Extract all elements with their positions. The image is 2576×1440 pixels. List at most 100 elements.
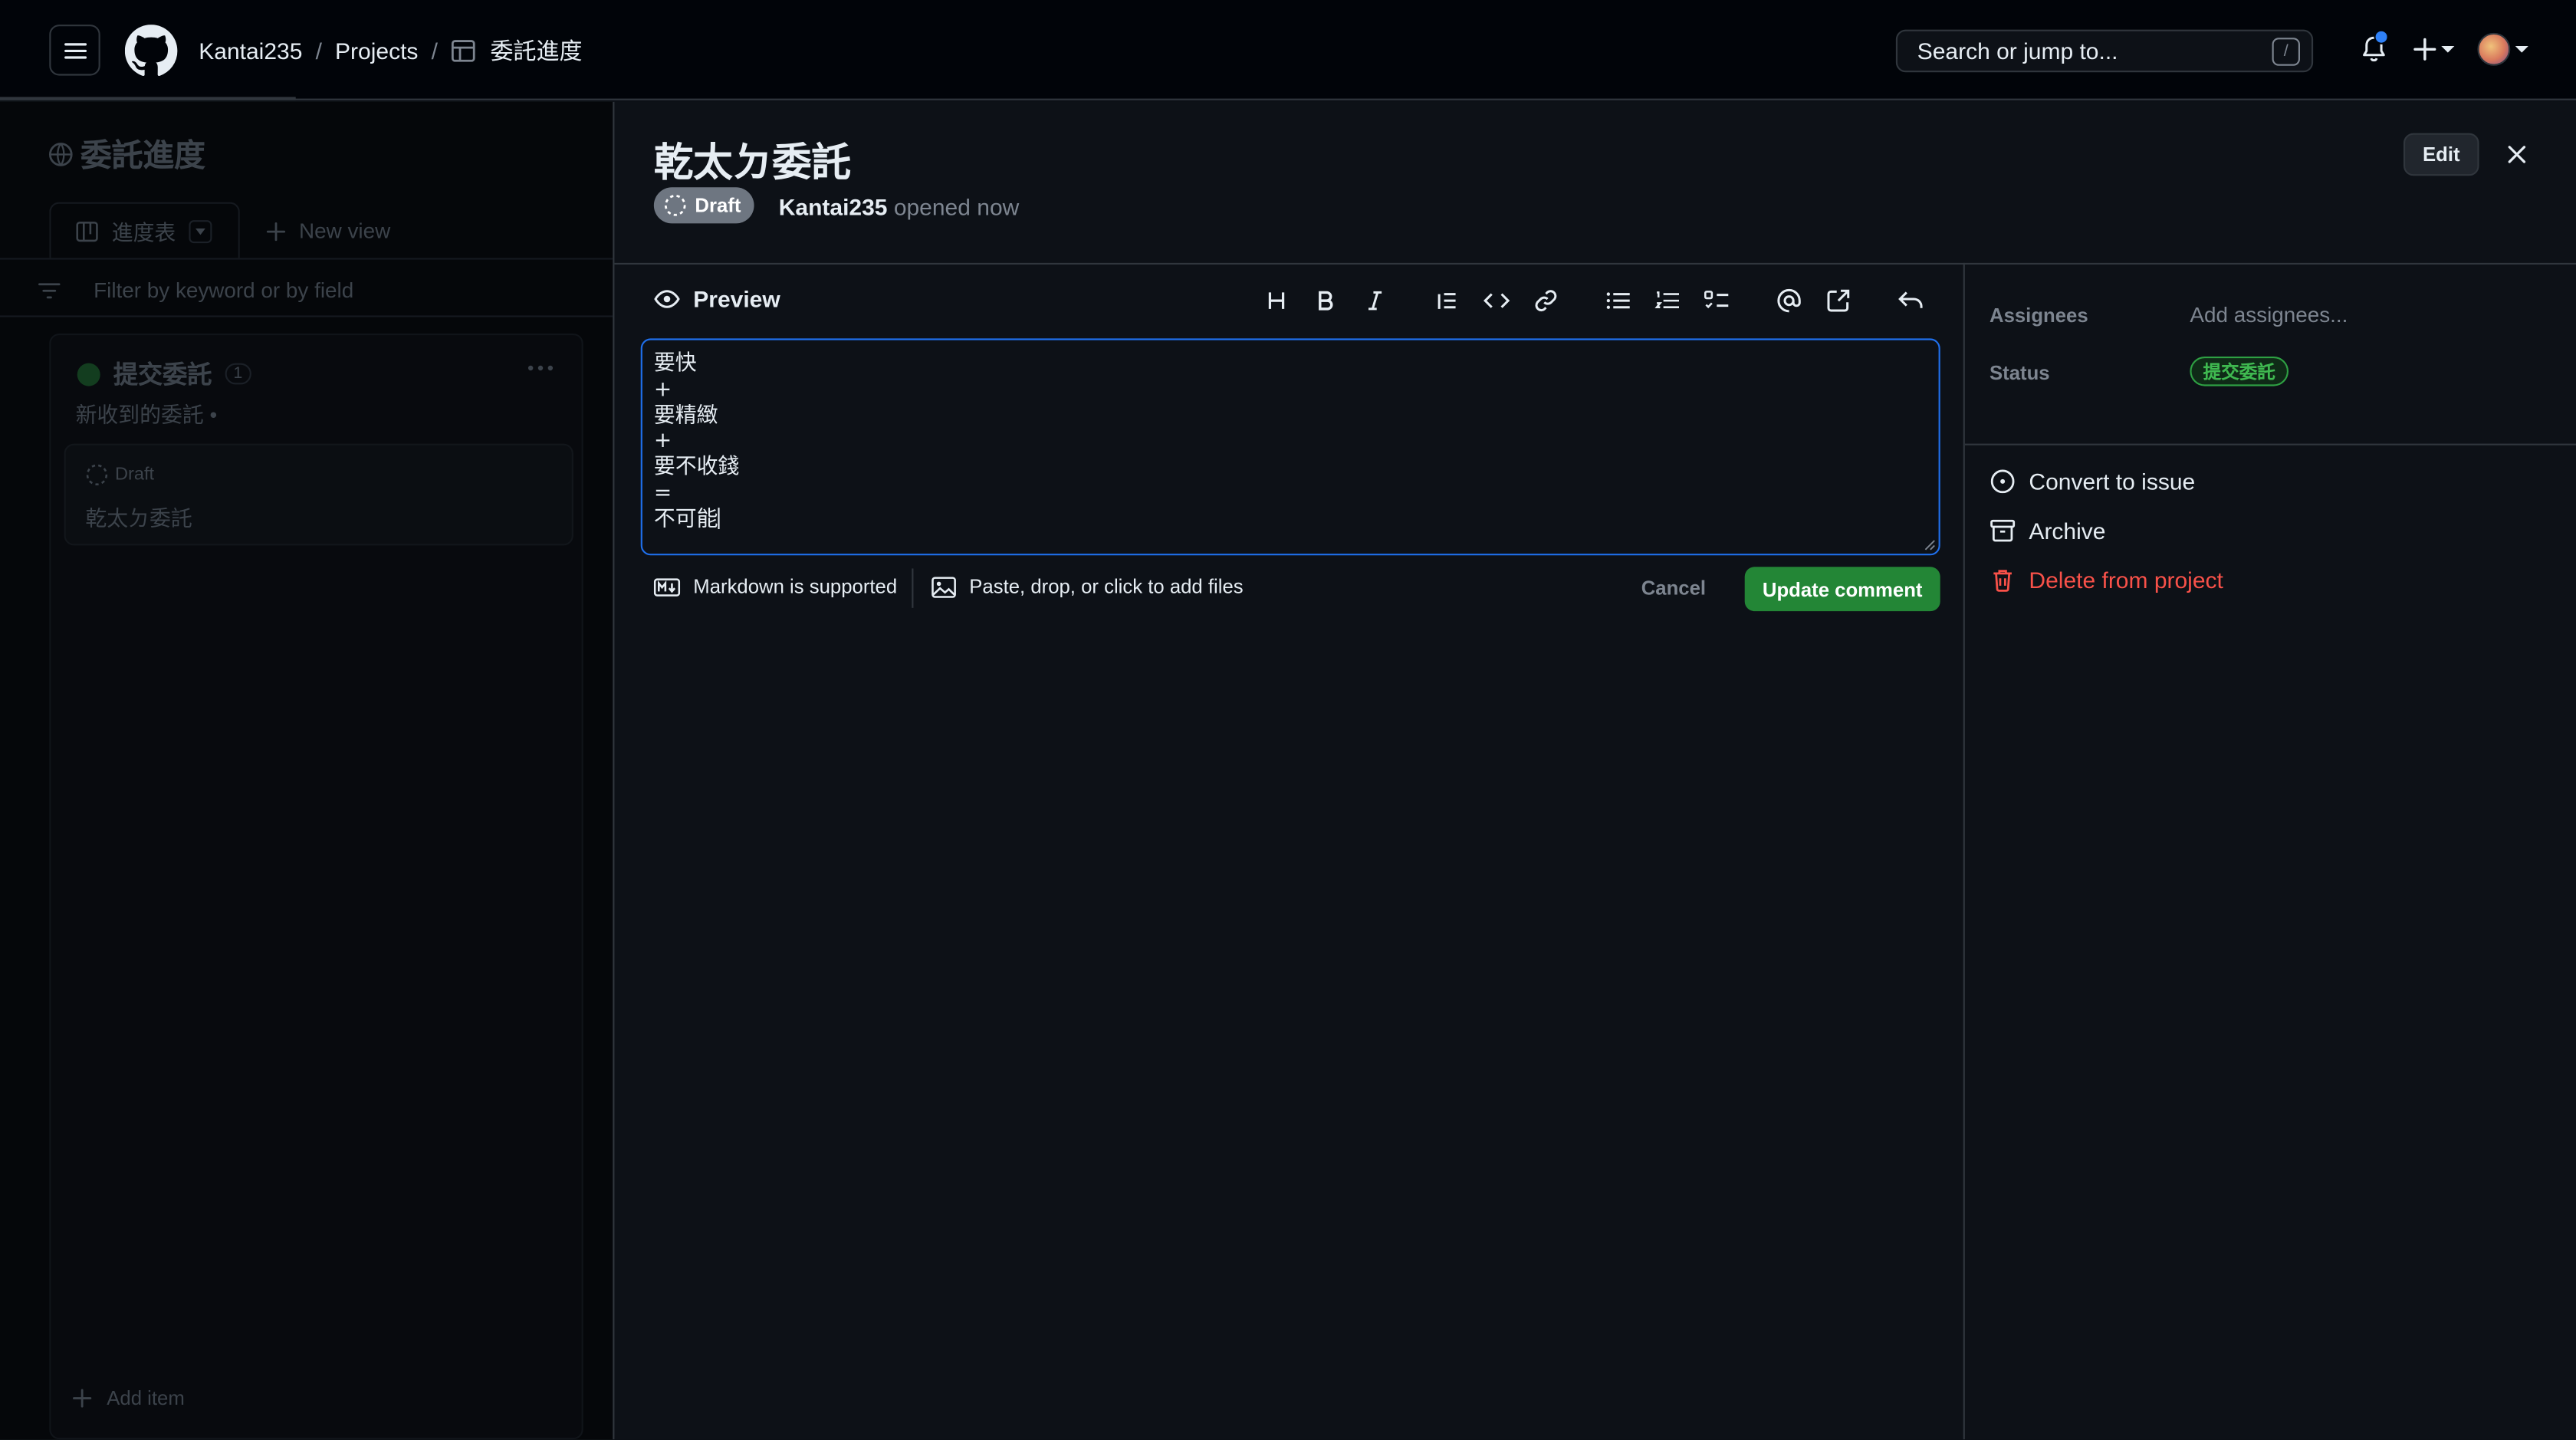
view-options-button[interactable] — [189, 219, 212, 243]
column-count: 1 — [225, 363, 251, 385]
breadcrumb-separator: / — [315, 38, 322, 64]
status-dot — [77, 362, 100, 386]
comment-textarea[interactable]: 要快 + 要精緻 + 要不收錢 = 不可能 — [640, 338, 1940, 556]
convert-to-issue-button[interactable]: Convert to issue — [1990, 468, 2195, 495]
breadcrumb-separator: / — [431, 38, 438, 64]
avatar — [2477, 32, 2511, 66]
archive-button[interactable]: Archive — [1990, 518, 2105, 544]
bold-icon — [1319, 291, 1333, 311]
archive-icon — [1990, 519, 2016, 542]
code-icon — [1484, 293, 1510, 308]
top-header: Kantai235 / Projects / 委託進度 Search or ju… — [0, 0, 2576, 100]
delete-from-project-button[interactable]: Delete from project — [1990, 567, 2223, 593]
item-title: 乾太ㄉ委託 — [653, 141, 851, 186]
filter-icon — [38, 282, 61, 298]
draft-icon — [86, 464, 108, 485]
more-options-icon[interactable] — [527, 365, 554, 372]
menu-button[interactable] — [49, 25, 100, 76]
files-hint-label: Paste, drop, or click to add files — [969, 575, 1244, 598]
divider — [0, 258, 613, 260]
board-card[interactable]: Draft 乾太ㄉ委託 — [64, 443, 573, 546]
textarea-line: 不可能 — [653, 507, 718, 532]
textarea-line: + — [653, 377, 672, 403]
list-unordered-icon — [1606, 292, 1630, 309]
archive-label: Archive — [2029, 518, 2106, 544]
italic-button[interactable] — [1359, 284, 1392, 317]
code-button[interactable] — [1480, 284, 1513, 317]
project-board: 委託進度 進度表 New view Filter by keyword or b… — [0, 101, 613, 1440]
card-state-label: Draft — [115, 465, 155, 485]
view-tab-current[interactable]: 進度表 — [49, 202, 240, 258]
tab-preview-label: Preview — [693, 285, 780, 313]
plus-icon — [73, 1389, 92, 1408]
table-icon — [452, 40, 476, 62]
link-button[interactable] — [1530, 284, 1562, 317]
opened-text: opened now — [893, 193, 1020, 221]
close-icon — [2508, 146, 2526, 163]
opened-meta: Kantai235 opened now — [779, 194, 1020, 220]
resize-handle-icon[interactable] — [1924, 539, 1935, 551]
breadcrumb-project-label: 委託進度 — [490, 38, 583, 64]
assignees-label: Assignees — [1990, 304, 2088, 327]
text-caret — [718, 507, 720, 529]
user-menu-button[interactable] — [2477, 32, 2528, 66]
status-badge-label: Draft — [695, 193, 741, 217]
github-logo-icon[interactable] — [124, 25, 178, 77]
textarea-line: 要不收錢 — [653, 455, 740, 481]
mention-button[interactable] — [1773, 284, 1806, 317]
caret-down-icon — [2441, 46, 2455, 53]
breadcrumb-user[interactable]: Kantai235 — [199, 38, 302, 64]
textarea-line: = — [653, 481, 672, 506]
notifications-button[interactable] — [2359, 29, 2389, 66]
filter-input[interactable]: Filter by keyword or by field — [38, 278, 353, 302]
markdown-hint-label: Markdown is supported — [693, 575, 898, 598]
ordered-list-button[interactable] — [1651, 284, 1684, 317]
breadcrumb-projects[interactable]: Projects — [335, 38, 418, 64]
markdown-icon — [653, 577, 681, 596]
update-comment-button[interactable]: Update comment — [1744, 567, 1940, 612]
task-list-button[interactable] — [1700, 284, 1733, 317]
card-title: 乾太ㄉ委託 — [85, 506, 192, 531]
tab-preview[interactable]: Preview — [654, 286, 780, 312]
attach-files-button[interactable]: Paste, drop, or click to add files — [932, 575, 1244, 598]
markdown-supported-link[interactable]: Markdown is supported — [653, 575, 898, 598]
breadcrumb-project[interactable]: 委託進度 — [451, 35, 582, 67]
board-icon — [76, 220, 98, 242]
author-link[interactable]: Kantai235 — [779, 194, 888, 220]
create-new-button[interactable] — [2413, 38, 2455, 61]
mention-icon — [1777, 288, 1801, 313]
heading-button[interactable] — [1260, 284, 1293, 317]
edit-title-button[interactable]: Edit — [2404, 133, 2479, 176]
unordered-list-button[interactable] — [1602, 284, 1635, 317]
caret-down-icon — [2515, 46, 2528, 53]
link-icon — [1535, 290, 1557, 312]
undo-button[interactable] — [1894, 284, 1927, 317]
divider — [1964, 443, 2576, 445]
breadcrumb: Kantai235 / Projects / 委託進度 — [199, 35, 582, 67]
item-detail-panel: 乾太ㄉ委託 Draft Kantai235 opened now Edit Pr… — [613, 101, 2576, 1440]
reference-button[interactable] — [1822, 284, 1855, 317]
cancel-button[interactable]: Cancel — [1641, 577, 1706, 600]
quote-icon — [1438, 293, 1456, 309]
divider — [0, 315, 613, 317]
reply-icon — [1898, 291, 1923, 308]
add-item-label: Add item — [107, 1386, 185, 1410]
divider — [912, 568, 914, 608]
new-view-button[interactable]: New view — [266, 219, 390, 243]
close-panel-button[interactable] — [2500, 138, 2533, 171]
list-ordered-icon — [1654, 291, 1680, 308]
status-field[interactable]: 提交委託 — [2190, 357, 2288, 386]
search-shortcut: / — [2272, 38, 2300, 66]
eye-icon — [654, 290, 680, 308]
assignees-field[interactable]: Add assignees... — [2190, 302, 2348, 327]
cross-reference-icon — [1827, 289, 1850, 312]
add-item-button[interactable]: Add item — [72, 1386, 185, 1410]
delete-label: Delete from project — [2029, 567, 2223, 593]
issue-opened-icon — [1990, 469, 2015, 494]
quote-button[interactable] — [1431, 284, 1464, 317]
caret-down-icon — [196, 227, 205, 235]
column-name: 提交委託 — [113, 361, 212, 390]
bold-button[interactable] — [1309, 284, 1342, 317]
column-description: 新收到的委託 • — [75, 403, 218, 428]
search-input[interactable]: Search or jump to... / — [1895, 29, 2314, 73]
